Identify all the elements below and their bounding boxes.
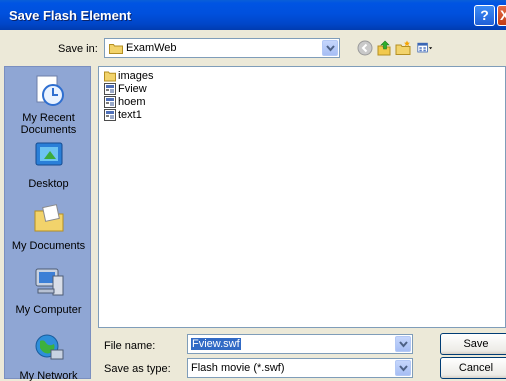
recent-documents-icon <box>36 75 64 106</box>
back-icon[interactable] <box>357 40 373 56</box>
place-my-network[interactable]: My Network <box>5 331 92 381</box>
my-documents-icon <box>34 204 63 232</box>
title-bar: Save Flash Element ? X <box>0 0 506 30</box>
chevron-down-icon[interactable] <box>395 360 411 376</box>
save-button[interactable]: Save <box>440 333 506 355</box>
chevron-down-icon[interactable] <box>322 40 338 56</box>
save-as-type-label: Save as type: <box>104 363 171 375</box>
place-my-computer[interactable]: My Computer <box>5 265 92 316</box>
save-in-combo[interactable]: ExamWeb <box>104 38 340 58</box>
window-title: Save Flash Element <box>9 8 132 23</box>
place-desktop[interactable]: Desktop <box>5 139 92 190</box>
flash-file-icon <box>104 83 116 95</box>
save-as-type-select[interactable]: Flash movie (*.swf) <box>187 358 413 378</box>
new-folder-icon[interactable] <box>395 40 411 56</box>
cancel-button[interactable]: Cancel <box>440 357 506 379</box>
save-as-type-value: Flash movie (*.swf) <box>191 362 285 374</box>
my-computer-icon <box>35 268 63 296</box>
close-button[interactable]: X <box>497 5 506 26</box>
file-list[interactable]: images Fview hoem text1 <box>98 66 506 328</box>
chevron-down-icon[interactable] <box>395 336 411 352</box>
save-in-value: ExamWeb <box>126 42 177 54</box>
save-in-label: Save in: <box>58 43 98 55</box>
folder-icon <box>109 44 123 54</box>
file-name-field[interactable]: Fview.swf <box>187 334 413 354</box>
file-name-value: Fview.swf <box>191 338 241 350</box>
up-folder-icon[interactable] <box>376 40 392 56</box>
folder-icon <box>104 71 116 82</box>
view-menu-icon[interactable] <box>417 40 433 56</box>
flash-file-icon <box>104 109 116 121</box>
place-my-documents[interactable]: My Documents <box>5 201 92 252</box>
desktop-icon <box>35 142 62 166</box>
help-button[interactable]: ? <box>474 5 495 26</box>
place-my-recent-documents[interactable]: My Recent Documents <box>5 73 92 136</box>
my-network-icon <box>35 334 63 360</box>
file-name-label: File name: <box>104 340 156 352</box>
flash-file-icon <box>104 96 116 108</box>
places-bar: My Recent Documents Desktop My Documents… <box>4 66 92 381</box>
